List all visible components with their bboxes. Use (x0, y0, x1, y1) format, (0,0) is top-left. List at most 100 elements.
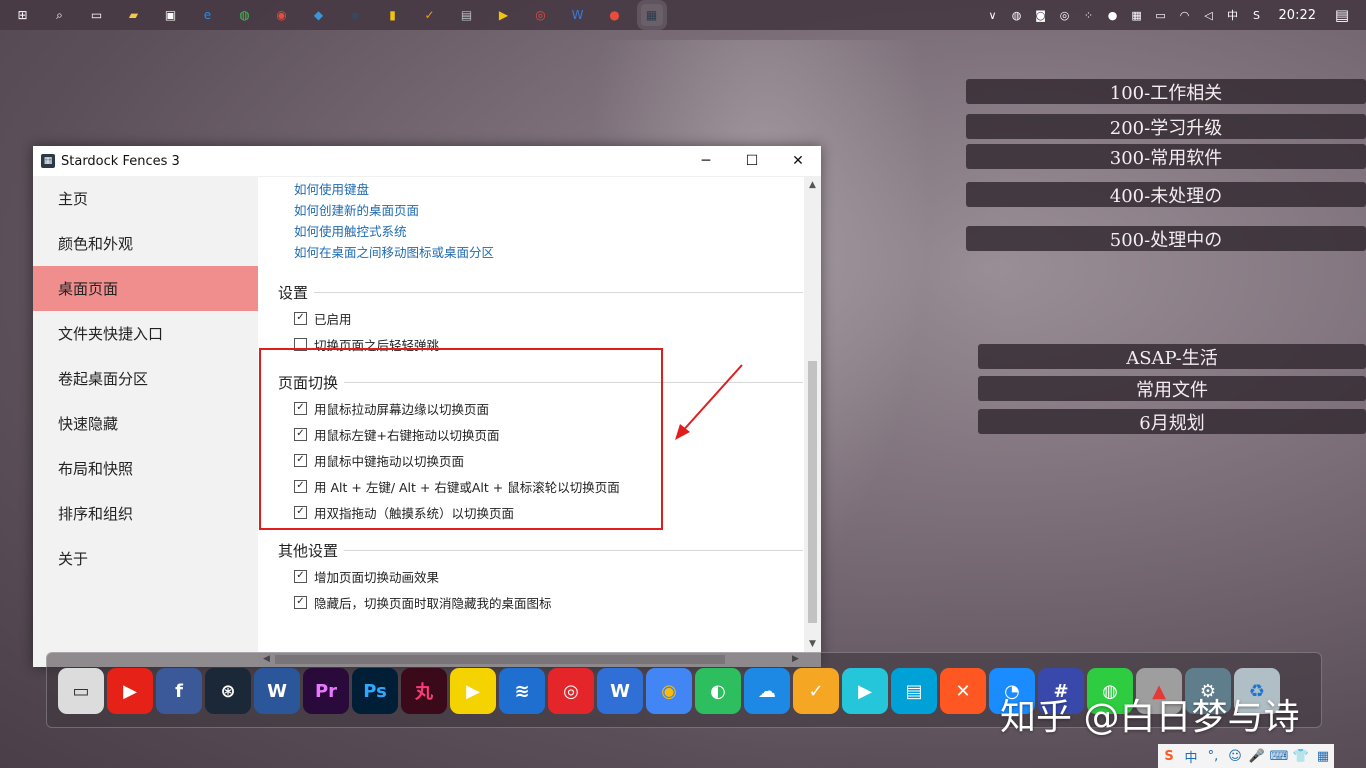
sidebar-item-sorting[interactable]: 排序和组织 (33, 491, 258, 536)
ime-item[interactable]: ⌨ (1268, 745, 1290, 767)
option-animation[interactable]: ✓ 增加页面切换动画效果 (294, 563, 821, 589)
minimize-button[interactable]: ─ (683, 146, 729, 176)
sidebar-item-about[interactable]: 关于 (33, 536, 258, 581)
scroll-up-icon[interactable]: ▲ (804, 176, 821, 193)
computer-icon[interactable]: ▭ (58, 668, 104, 714)
youtube-icon[interactable]: ▶ (107, 668, 153, 714)
section-title: 设置 (278, 281, 315, 303)
checkbox[interactable]: ✓ (294, 595, 307, 609)
tray-green-icon[interactable]: ● (1105, 7, 1121, 23)
evernote-icon[interactable]: ◐ (695, 668, 741, 714)
chrome-dock-icon[interactable]: ◉ (646, 668, 692, 714)
option-unhide-icons[interactable]: ✓ 隐藏后，切换页面时取消隐藏我的桌面图标 (294, 589, 821, 615)
fences-app-icon: ▦ (41, 154, 55, 168)
video-icon[interactable]: ▶ (842, 668, 888, 714)
edge-icon[interactable]: e (197, 4, 219, 26)
section-other: 其他设置 (278, 537, 803, 563)
checkbox[interactable]: ✓ (294, 569, 307, 583)
fence-label[interactable]: 100-工作相关 (966, 79, 1366, 104)
section-settings: 设置 (278, 279, 803, 305)
app-blue-icon[interactable]: ◆ (308, 4, 330, 26)
sticky-notes-icon[interactable]: ▮ (382, 4, 404, 26)
player-icon[interactable]: ▶ (493, 4, 515, 26)
task-view-icon[interactable]: ▭ (86, 4, 108, 26)
facebook-icon[interactable]: f (156, 668, 202, 714)
sidebar-item-desktop-pages[interactable]: 桌面页面 (33, 266, 258, 311)
scroll-down-icon[interactable]: ▼ (804, 635, 821, 652)
help-link[interactable]: 如何使用触控式系统 (294, 221, 821, 242)
photoshop-icon[interactable]: Ps (352, 668, 398, 714)
bilibili-icon[interactable]: ▤ (891, 668, 937, 714)
notification-icon[interactable]: ▤ (1334, 6, 1350, 24)
fence-label[interactable]: ASAP-生活 (978, 344, 1366, 369)
sidebar-item-home[interactable]: 主页 (33, 176, 258, 221)
xmind-icon[interactable]: ✕ (940, 668, 986, 714)
router-icon[interactable]: ≋ (499, 668, 545, 714)
fence-label[interactable]: 常用文件 (978, 376, 1366, 401)
fence-label[interactable]: 400-未处理の (966, 182, 1366, 207)
steam-icon[interactable]: ⊛ (205, 668, 251, 714)
tray-grid-icon[interactable]: ▦ (1129, 7, 1145, 23)
chevron-up-icon[interactable]: ∨ (985, 7, 1001, 23)
word-icon[interactable]: W (254, 668, 300, 714)
tray-dots-icon[interactable]: ⁘ (1081, 7, 1097, 23)
battery-icon[interactable]: ▭ (1153, 7, 1169, 23)
todo-dock-icon[interactable]: ✓ (793, 668, 839, 714)
netease-music-icon[interactable]: ◎ (530, 4, 552, 26)
player-dock-icon[interactable]: ▶ (450, 668, 496, 714)
ime-item[interactable]: 中 (1180, 745, 1202, 767)
clock[interactable]: 20:22 (1279, 8, 1316, 23)
tray-app-icon[interactable]: ◙ (1033, 7, 1049, 23)
ime-item[interactable]: 🎤 (1246, 745, 1268, 767)
wechat-icon[interactable]: ◍ (234, 4, 256, 26)
vertical-scrollbar[interactable]: ▲ ▼ (804, 176, 821, 652)
maximize-button[interactable]: ☐ (729, 146, 775, 176)
cloud-icon[interactable]: ☁ (744, 668, 790, 714)
sogou-icon[interactable]: S (1249, 7, 1265, 23)
option-label: 增加页面切换动画效果 (314, 569, 440, 585)
section-divider (278, 292, 803, 293)
wifi-icon[interactable]: ◠ (1177, 7, 1193, 23)
sidebar-item-folder-portals[interactable]: 文件夹快捷入口 (33, 311, 258, 356)
ime-item[interactable]: °, (1202, 745, 1224, 767)
checkbox[interactable]: ✓ (294, 311, 307, 325)
wan-icon[interactable]: 丸 (401, 668, 447, 714)
file-explorer-icon[interactable]: ▰ (123, 4, 145, 26)
notepad-icon[interactable]: ▤ (456, 4, 478, 26)
scroll-thumb[interactable] (808, 361, 817, 623)
wps-icon[interactable]: W (567, 4, 589, 26)
help-link[interactable]: 如何创建新的桌面页面 (294, 200, 821, 221)
fence-label[interactable]: 300-常用软件 (966, 144, 1366, 169)
fence-label[interactable]: 500-处理中の (966, 226, 1366, 251)
close-button[interactable]: ✕ (775, 146, 821, 176)
help-link[interactable]: 如何使用键盘 (294, 179, 821, 200)
store-icon[interactable]: ▣ (160, 4, 182, 26)
fences-icon[interactable]: ▦ (636, 0, 667, 30)
wechat-tray-icon[interactable]: ◍ (1009, 7, 1025, 23)
sidebar-item-quick-hide[interactable]: 快速隐藏 (33, 401, 258, 446)
premiere-icon[interactable]: Pr (303, 668, 349, 714)
netease-tray-icon[interactable]: ◎ (1057, 7, 1073, 23)
help-link[interactable]: 如何在桌面之间移动图标或桌面分区 (294, 242, 821, 263)
fence-label[interactable]: 6月规划 (978, 409, 1366, 434)
windows-icon[interactable]: ⊞ (12, 4, 34, 26)
sidebar-item-layouts[interactable]: 布局和快照 (33, 446, 258, 491)
ime-lang-icon[interactable]: 中 (1225, 7, 1241, 23)
record-icon[interactable]: ● (604, 4, 626, 26)
search-icon[interactable]: ⌕ (49, 4, 71, 26)
chrome-icon[interactable]: ◉ (271, 4, 293, 26)
ime-item[interactable]: ☺ (1224, 745, 1246, 767)
volume-icon[interactable]: ◁ (1201, 7, 1217, 23)
fence-label[interactable]: 200-学习升级 (966, 114, 1366, 139)
netease-dock-icon[interactable]: ◎ (548, 668, 594, 714)
sidebar-item-appearance[interactable]: 颜色和外观 (33, 221, 258, 266)
wps-dock-icon[interactable]: W (597, 668, 643, 714)
app-dark-icon[interactable]: ▪ (345, 4, 367, 26)
ime-item[interactable]: S (1158, 745, 1180, 767)
ime-item[interactable]: ▦ (1312, 745, 1334, 767)
sidebar-item-rollup[interactable]: 卷起桌面分区 (33, 356, 258, 401)
todo-icon[interactable]: ✓ (419, 4, 441, 26)
ime-item[interactable]: 👕 (1290, 745, 1312, 767)
option-enabled[interactable]: ✓ 已启用 (294, 305, 821, 331)
title-bar[interactable]: ▦ Stardock Fences 3 ─ ☐ ✕ (33, 146, 821, 177)
